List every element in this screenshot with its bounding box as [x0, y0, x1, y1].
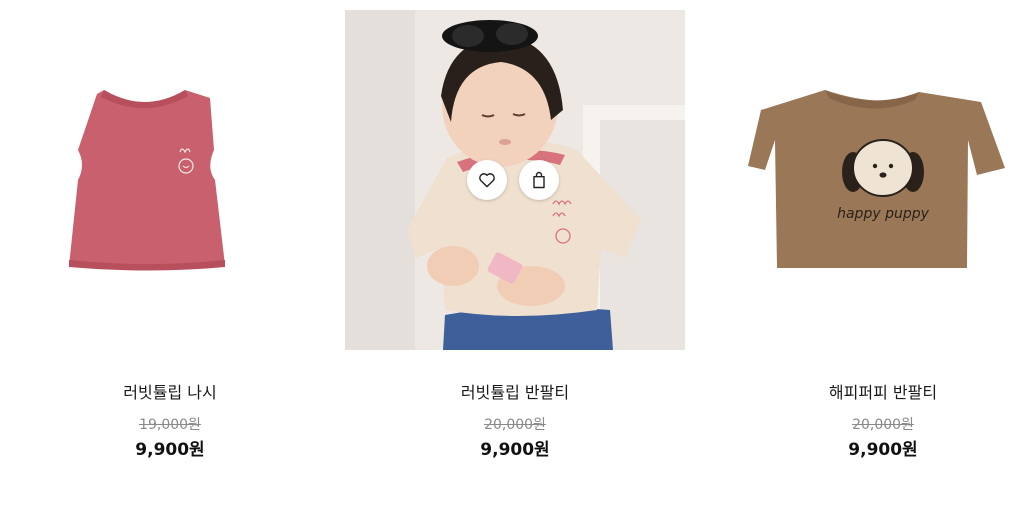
shopping-bag-icon — [533, 171, 545, 189]
product-card[interactable]: 러빗튤립 나시 19,000원 9,900원 — [0, 10, 340, 490]
original-price: 19,000원 — [139, 417, 201, 433]
sale-price: 9,900원 — [135, 440, 205, 460]
product-card[interactable]: happy puppy 해피퍼피 반팔티 20,000원 9,900원 — [713, 10, 1024, 490]
product-grid: 러빗튤립 나시 19,000원 9,900원 러빗튤립 반팔티 20,000원 … — [0, 0, 1024, 515]
product-card[interactable]: 러빗튤립 반팔티 20,000원 9,900원 — [345, 10, 685, 490]
product-name[interactable]: 해피퍼피 반팔티 — [713, 379, 1024, 403]
pink-sleeveless-top-image — [69, 90, 225, 271]
product-image[interactable]: happy puppy — [713, 10, 1024, 350]
wishlist-button[interactable] — [467, 160, 507, 200]
product-image[interactable] — [0, 10, 340, 350]
original-price: 20,000원 — [852, 417, 914, 433]
add-to-cart-button[interactable] — [519, 160, 559, 200]
puppy-print-text: happy puppy — [837, 206, 929, 222]
brown-puppy-tee-image: happy puppy — [748, 90, 1005, 268]
hover-actions — [467, 160, 563, 200]
product-name[interactable]: 러빗튤립 반팔티 — [345, 379, 685, 403]
sale-price: 9,900원 — [480, 440, 550, 460]
original-price: 20,000원 — [484, 417, 546, 433]
heart-icon — [479, 173, 495, 188]
product-name[interactable]: 러빗튤립 나시 — [0, 379, 340, 403]
sale-price: 9,900원 — [848, 440, 918, 460]
product-image[interactable] — [345, 10, 685, 350]
